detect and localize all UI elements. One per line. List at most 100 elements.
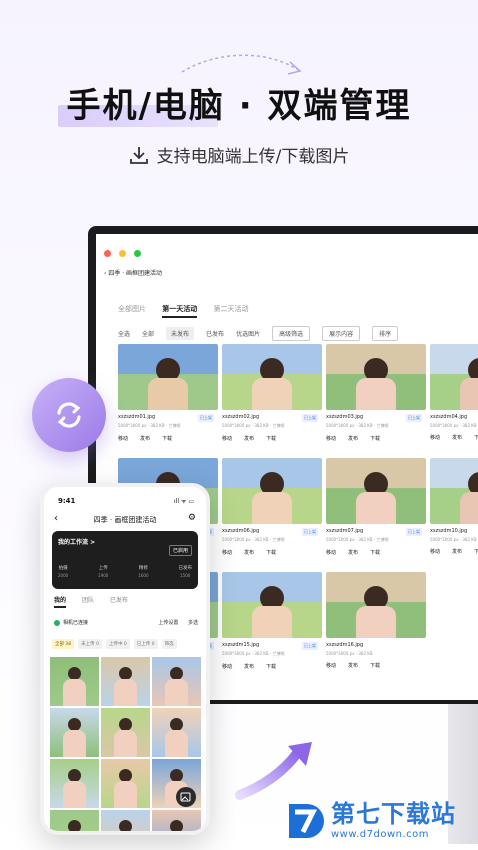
phone-photo-thumbnail[interactable] [101,810,150,831]
move-button[interactable]: 移动 [222,550,232,556]
download-button[interactable]: 下载 [162,436,172,442]
photo-card[interactable]: xszszdm16.jpg 5000*3000 px · 382 KB 移动 发布 下载 [326,572,426,682]
publish-button[interactable]: 发布 [348,436,358,442]
sync-icon [57,402,81,428]
back-to-album[interactable]: ‹ 四季 · 画框团建活动 [104,268,162,277]
photo-card[interactable]: xszszdm07.jpg 已上架 5000*3000 px · 382 KB · … [326,458,426,568]
download-button[interactable]: 下载 [266,664,276,670]
phone-photo-thumbnail[interactable] [152,810,201,831]
person-body [165,679,188,706]
publish-button[interactable]: 发布 [244,664,254,670]
move-button[interactable]: 移动 [326,550,336,556]
download-button[interactable]: 下载 [370,436,380,442]
photo-card[interactable]: xszszdm10.jpg 5000*3000 px · 382 KB 移动 发布 下载 [430,458,478,568]
photo-thumbnail[interactable] [430,458,478,524]
phone-photo-thumbnail[interactable] [50,810,99,831]
tab-day-one[interactable]: 第一天活动 [162,305,198,318]
phone-photo-thumbnail[interactable] [50,657,99,706]
photo-card[interactable]: xszszdm04.jpg 5000*3000 px · 382 KB 移动 发布 下载 [430,344,478,454]
filter-published[interactable]: 已发布 [206,329,224,338]
filter-button[interactable]: 筛选 [161,639,177,649]
publish-button[interactable]: 发布 [140,436,150,442]
workspace-card[interactable]: 我的工作流 > 已启用 拍摄 2000 上传 1900 精修 1600 已发布 … [52,531,198,589]
tab-day-two[interactable]: 第二天活动 [213,305,248,313]
move-button[interactable]: 移动 [222,664,232,670]
sort-dropdown[interactable]: 排序 [372,326,399,341]
photo-thumbnail[interactable] [222,344,322,410]
download-button[interactable]: 下载 [266,550,276,556]
publish-button[interactable]: 发布 [452,549,462,555]
status-badge: 已上架 [406,528,422,536]
phone-photo-thumbnail[interactable] [101,657,150,706]
connected-dot-icon [54,619,60,626]
download-button[interactable]: 下载 [474,549,478,555]
display-content-dropdown[interactable]: 展示内容 [322,326,361,341]
photo-thumbnail[interactable] [326,458,426,524]
photo-thumbnail[interactable] [118,344,218,410]
chip-not-uploaded[interactable]: 未上传 0 [78,639,102,649]
phone-photo-thumbnail[interactable] [101,708,150,757]
move-button[interactable]: 移动 [118,436,128,442]
publish-button[interactable]: 发布 [348,663,358,669]
photo-card[interactable]: xszszdm06.jpg 已上架 5000*3000 px · 382 KB · … [222,458,322,568]
phone-photo-thumbnail[interactable] [50,708,99,757]
photo-thumbnail[interactable] [430,344,478,410]
add-photo-button[interactable] [176,787,196,807]
photo-thumbnail[interactable] [326,572,426,638]
tab-mine[interactable]: 我的 [54,597,67,608]
move-button[interactable]: 移动 [326,663,336,669]
photo-actions: 移动 发布 下载 [118,435,218,442]
move-button[interactable]: 移动 [430,549,440,555]
publish-button[interactable]: 发布 [244,550,254,556]
photo-thumbnail[interactable] [222,572,322,638]
photo-card[interactable]: xszszdm15.jpg 已上架 5000*3000 px · 382 KB · … [222,572,322,682]
download-button[interactable]: 下载 [370,663,380,669]
photo-actions: 移动 发布 下载 [326,549,426,556]
filter-unpublished[interactable]: 未发布 [166,327,195,340]
photo-actions: 移动 发布 下载 [222,549,322,556]
publish-button[interactable]: 发布 [244,436,254,442]
close-window-button[interactable] [104,250,111,257]
upload-settings-button[interactable]: 上传设置 [158,620,178,626]
connection-label: 相机已连接 [63,620,89,626]
minimize-window-button[interactable] [119,250,127,257]
maximize-window-button[interactable] [134,250,142,257]
advanced-filter-button[interactable]: 高级筛选 [272,326,311,341]
phone-header-title: 四季 · 画框团建活动 [93,516,157,524]
phone-photo-thumbnail[interactable] [152,708,201,757]
publish-button[interactable]: 发布 [348,550,358,556]
select-all-checkbox[interactable]: 全选 [118,329,130,338]
chip-all[interactable]: 全部 38 [52,639,75,649]
publish-button[interactable]: 发布 [452,435,462,441]
photo-thumbnail[interactable] [326,344,426,410]
phone-photo-thumbnail[interactable] [50,759,99,808]
person-figure [119,820,132,831]
download-button[interactable]: 下载 [370,550,380,556]
move-button[interactable]: 移动 [326,436,336,442]
photo-card[interactable]: xszszdm03.jpg 已上架 5000*3000 px · 382 KB · … [326,344,426,454]
photo-card[interactable]: xszszdm01.jpg 已上架 5000*3000 px · 382 KB · … [118,344,218,454]
download-button[interactable]: 下载 [474,435,478,441]
filter-preferred[interactable]: 优选图片 [236,329,260,338]
phone-photo-thumbnail[interactable] [152,657,201,706]
chip-uploaded[interactable]: 已上传 0 [133,639,158,649]
status-badge: 已上架 [302,528,318,536]
photo-card[interactable]: xszszdm02.jpg 已上架 5000*3000 px · 382 KB · … [222,344,322,454]
tab-published[interactable]: 已发布 [110,597,128,604]
settings-icon[interactable]: ⚙ [188,513,196,523]
multi-select-button[interactable]: 多选 [188,620,198,626]
stat-value: 1500 [180,573,191,578]
move-button[interactable]: 移动 [222,436,232,442]
photo-meta: 5000*3000 px · 382 KB · 兰博顿 [118,423,181,428]
filter-all[interactable]: 全部 [142,329,154,338]
photo-thumbnail[interactable] [222,458,322,524]
chip-uploading[interactable]: 上传中 0 [105,639,130,649]
phone-photo-thumbnail[interactable] [101,759,150,808]
sync-button[interactable] [32,378,106,452]
person-body [460,492,478,524]
move-button[interactable]: 移动 [430,435,440,441]
tab-team[interactable]: 团队 [82,597,94,604]
download-button[interactable]: 下载 [266,436,276,442]
tab-all-photos[interactable]: 全部图片 [118,305,146,313]
person-body [63,679,86,706]
